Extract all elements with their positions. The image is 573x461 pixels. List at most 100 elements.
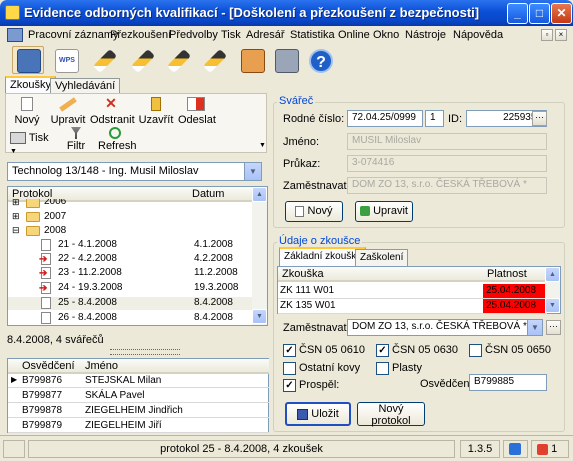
- exams-scrollbar[interactable]: ▲ ▼: [545, 267, 560, 313]
- employer-lookup-button[interactable]: ···: [546, 320, 561, 335]
- mdi-restore-icon[interactable]: ▫: [541, 29, 553, 41]
- menu-predvolby[interactable]: Předvolby: [169, 29, 218, 41]
- csn-0630-label: ČSN 05 0630: [392, 344, 459, 356]
- tree-year-2008[interactable]: ⊟ 2008: [8, 225, 254, 238]
- computer-icon[interactable]: [270, 46, 302, 74]
- send-icon: [187, 97, 205, 111]
- app-icon: [5, 5, 20, 20]
- save-button[interactable]: Uložit: [285, 402, 351, 426]
- menu-prezkouseni[interactable]: Přezkoušení: [110, 29, 171, 41]
- red-arrow-icon: ➔: [39, 254, 48, 265]
- certificate-label: Osvědčení:: [420, 378, 476, 390]
- mdi-close-icon[interactable]: ×: [555, 29, 567, 41]
- tab-vyhledavani[interactable]: Vyhledávání: [50, 78, 121, 94]
- send-button[interactable]: Odeslat: [178, 97, 216, 126]
- tab-basic-exams[interactable]: Základní zkoušky: [279, 247, 367, 267]
- check-passed[interactable]: ✓: [283, 379, 296, 392]
- title-bar[interactable]: Evidence odborných kvalifikací - [Doškol…: [0, 0, 573, 26]
- check-csn-0610[interactable]: ✓: [283, 344, 296, 357]
- print-button[interactable]: Tisk ▼: [10, 132, 50, 156]
- exam-employer-combo[interactable]: DOM ZO 13, s.r.o. ČESKÁ TŘEBOVÁ * ▼: [347, 319, 543, 336]
- new-welder-button[interactable]: Nový: [285, 201, 343, 222]
- menu-bar: Pracovní záznamy Přezkoušení Předvolby T…: [4, 26, 569, 46]
- mdi-window-icon[interactable]: [7, 28, 23, 42]
- tree-item[interactable]: ➔ 23 - 11.2.2008 11.2.2008: [8, 267, 254, 280]
- expand-icon[interactable]: ⊞: [12, 211, 20, 222]
- tree-item[interactable]: 26 - 8.4.2008 8.4.2008: [8, 312, 254, 325]
- refresh-icon: [109, 127, 121, 139]
- edit-welder-button[interactable]: Upravit: [355, 201, 413, 222]
- rc-suffix-input[interactable]: 1: [425, 110, 444, 127]
- close-button[interactable]: ✕: [551, 3, 572, 24]
- refresh-button[interactable]: Refresh: [98, 127, 137, 152]
- toolbar-overflow-icon[interactable]: ▼: [259, 142, 266, 149]
- close-protocol-button[interactable]: Uzavřít: [136, 97, 176, 126]
- edit-button[interactable]: Upravit: [48, 97, 88, 126]
- new-protocol-button[interactable]: Nový protokol: [357, 402, 425, 427]
- wps-icon[interactable]: WPS: [50, 46, 82, 74]
- check-other-metals[interactable]: [283, 362, 296, 375]
- check-csn-0630[interactable]: ✓: [376, 344, 389, 357]
- tab-zkousky[interactable]: Zkoušky: [5, 76, 56, 94]
- tree-item-selected[interactable]: 25 - 8.4.2008 8.4.2008: [8, 297, 254, 310]
- filter-button[interactable]: Filtr: [64, 127, 88, 152]
- welder-row[interactable]: B799879 ZIEGELHEIM Jiří: [8, 419, 269, 433]
- menu-nastroje[interactable]: Nástroje: [405, 29, 446, 41]
- header-validity[interactable]: Platnost: [483, 267, 547, 282]
- technologist-combo[interactable]: Technolog 13/148 - Ing. Musil Miloslav ▼: [7, 162, 262, 181]
- exam-row[interactable]: ZK 111 W01 25.04.2008: [278, 284, 547, 299]
- delete-button[interactable]: ✕ Odstranit: [90, 96, 135, 126]
- splitter-handle[interactable]: [110, 349, 180, 355]
- menu-adresar[interactable]: Adresář: [246, 29, 285, 41]
- tree-year-2007[interactable]: ⊞ 2007: [8, 211, 254, 224]
- check-plastics[interactable]: [376, 362, 389, 375]
- protocol-summary: 8.4.2008, 4 svářečů: [7, 334, 104, 346]
- exam-row[interactable]: ZK 135 W01 25.04.2008: [278, 299, 547, 314]
- welder-row[interactable]: B799877 SKÁLA Pavel: [8, 389, 269, 403]
- z-k-pencil-icon[interactable]: [162, 46, 194, 74]
- user-count[interactable]: 1: [531, 440, 569, 458]
- scroll-up-icon[interactable]: ▲: [545, 267, 560, 282]
- p-pencil-icon[interactable]: [88, 46, 120, 74]
- scroll-down-icon[interactable]: ▼: [545, 298, 560, 313]
- lock-icon: [151, 97, 161, 111]
- tree-item[interactable]: ➔ 24 - 19.3.2008 19.3.2008: [8, 282, 254, 295]
- menu-napoveda[interactable]: Nápověda: [453, 29, 503, 41]
- header-exam[interactable]: Zkouška: [278, 267, 483, 282]
- id-lookup-button[interactable]: ···: [532, 111, 547, 126]
- scroll-up-icon[interactable]: ▲: [252, 187, 267, 202]
- collapse-icon[interactable]: ⊟: [12, 225, 20, 236]
- tree-item[interactable]: ➔ 22 - 4.2.2008 4.2.2008: [8, 253, 254, 266]
- menu-statistika[interactable]: Statistika: [290, 29, 335, 41]
- help-icon[interactable]: ?: [304, 46, 336, 74]
- rc-input[interactable]: 72.04.25/0999: [347, 110, 423, 127]
- header-name[interactable]: Jméno: [81, 359, 269, 374]
- tree-scrollbar[interactable]: ▲ ▼: [252, 187, 267, 325]
- tree-year-2006[interactable]: ⊞ 2006: [8, 199, 254, 208]
- card-field: 3-074416: [347, 155, 547, 172]
- plastics-label: Plasty: [392, 362, 422, 374]
- check-csn-0650[interactable]: [469, 344, 482, 357]
- expand-icon[interactable]: ⊞: [12, 199, 20, 208]
- welder-row[interactable]: B799878 ZIEGELHEIM Jindřich: [8, 404, 269, 418]
- user-icon: [537, 443, 548, 455]
- minimize-button[interactable]: _: [507, 3, 528, 24]
- menu-okno[interactable]: Okno: [373, 29, 399, 41]
- tab-training[interactable]: Zaškolení: [355, 249, 409, 267]
- book-icon[interactable]: [236, 46, 268, 74]
- menu-pracovni-zaznamy[interactable]: Pracovní záznamy: [28, 29, 118, 41]
- chevron-down-icon[interactable]: ▼: [244, 163, 261, 180]
- scroll-down-icon[interactable]: ▼: [252, 309, 267, 324]
- header-certificate[interactable]: Osvědčení: [8, 359, 81, 374]
- menu-tisk[interactable]: Tisk: [221, 29, 241, 41]
- search-icon[interactable]: [12, 46, 44, 74]
- d-pencil-icon[interactable]: [126, 46, 158, 74]
- menu-online[interactable]: Online: [338, 29, 370, 41]
- new-button[interactable]: Nový: [12, 97, 42, 126]
- tree-item[interactable]: 21 - 4.1.2008 4.1.2008: [8, 239, 254, 252]
- chevron-down-icon[interactable]: ▼: [527, 320, 542, 335]
- welder-row[interactable]: ▶ B799876 STEJSKAL Milan: [8, 374, 269, 388]
- certificate-input[interactable]: B799885: [469, 374, 547, 391]
- maximize-button[interactable]: □: [529, 3, 550, 24]
- e-n-pencil-icon[interactable]: [198, 46, 230, 74]
